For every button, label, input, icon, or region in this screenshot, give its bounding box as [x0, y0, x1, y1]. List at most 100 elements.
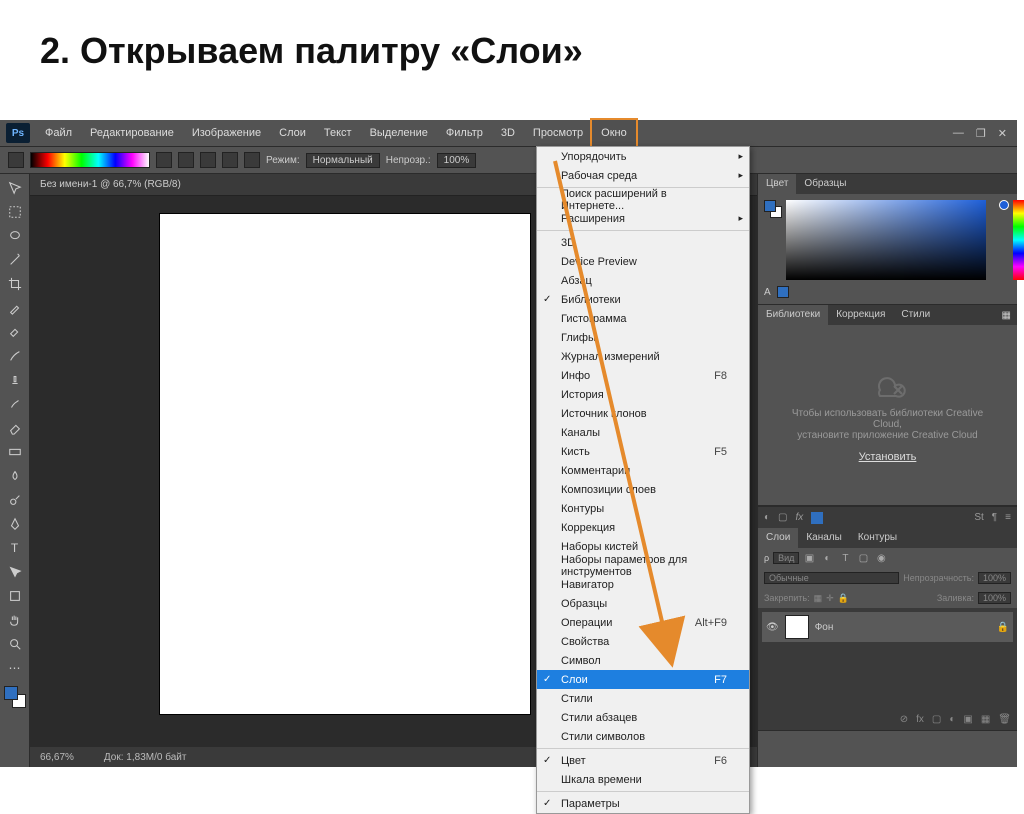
menu-item-параметры[interactable]: Параметры: [537, 794, 749, 813]
fx-add-icon[interactable]: fx: [916, 714, 924, 725]
menu-item-стили[interactable]: Стили: [537, 689, 749, 708]
gradient-tool-icon[interactable]: [3, 441, 27, 463]
visibility-icon[interactable]: 👁: [766, 622, 779, 633]
eraser-tool-icon[interactable]: [3, 417, 27, 439]
format-A-icon[interactable]: A: [764, 287, 771, 298]
menu-item-свойства[interactable]: Свойства: [537, 632, 749, 651]
menu-item-абзац[interactable]: Абзац: [537, 271, 749, 290]
tab-channels[interactable]: Каналы: [798, 528, 850, 548]
zoom-level[interactable]: 66,67%: [40, 752, 74, 763]
window-menu-dropdown[interactable]: УпорядочитьРабочая среда Поиск расширений…: [536, 146, 750, 814]
zoom-tool-icon[interactable]: [3, 633, 27, 655]
menu-item-контуры[interactable]: Контуры: [537, 499, 749, 518]
color-swatches[interactable]: [4, 686, 26, 708]
gradient-swatch[interactable]: [30, 152, 150, 168]
history-brush-icon[interactable]: [3, 393, 27, 415]
menu-item-операции[interactable]: ОперацииAlt+F9: [537, 613, 749, 632]
opacity-value[interactable]: 100%: [978, 572, 1011, 584]
mask-icon[interactable]: ▢: [778, 512, 787, 523]
lock-all-icon[interactable]: 🔒: [838, 593, 849, 604]
tab-libraries[interactable]: Библиотеки: [758, 305, 828, 325]
menu-item-рабочая-среда[interactable]: Рабочая среда: [537, 166, 749, 185]
menu-item-журнал-измерений[interactable]: Журнал измерений: [537, 347, 749, 366]
delete-icon[interactable]: 🗑: [998, 714, 1011, 725]
shape-tool-icon[interactable]: [3, 585, 27, 607]
menu-изображение[interactable]: Изображение: [183, 120, 270, 146]
panel-view-icon[interactable]: ▦: [996, 310, 1017, 321]
more-tools-icon[interactable]: ⋯: [3, 657, 27, 679]
path-tool-icon[interactable]: [3, 561, 27, 583]
menu-item-композиции-слоев[interactable]: Композиции слоев: [537, 480, 749, 499]
gradient-linear-icon[interactable]: [156, 152, 172, 168]
menu-текст[interactable]: Текст: [315, 120, 361, 146]
menu-item-навигатор[interactable]: Навигатор: [537, 575, 749, 594]
window-controls[interactable]: — ❐ ✕: [953, 127, 1017, 140]
para-icon[interactable]: ¶: [992, 512, 997, 523]
menu-item-глифы[interactable]: Глифы: [537, 328, 749, 347]
group-icon[interactable]: ▣: [963, 714, 972, 725]
new-layer-icon[interactable]: ▦: [981, 714, 990, 725]
menu-item-каналы[interactable]: Каналы: [537, 423, 749, 442]
gradient-angle-icon[interactable]: [200, 152, 216, 168]
menu-item-слои[interactable]: СлоиF7: [537, 670, 749, 689]
minimize-icon[interactable]: —: [953, 127, 964, 140]
gradient-radial-icon[interactable]: [178, 152, 194, 168]
menu-item-символ[interactable]: Символ: [537, 651, 749, 670]
menu-редактирование[interactable]: Редактирование: [81, 120, 183, 146]
restore-icon[interactable]: ❐: [976, 127, 986, 140]
menu-фильтр[interactable]: Фильтр: [437, 120, 492, 146]
fill-value[interactable]: 100%: [978, 592, 1011, 604]
hue-slider[interactable]: [1013, 200, 1024, 280]
menu-просмотр[interactable]: Просмотр: [524, 120, 592, 146]
menu-item-кисть[interactable]: КистьF5: [537, 442, 749, 461]
tab-color[interactable]: Цвет: [758, 174, 796, 194]
menu-item-упорядочить[interactable]: Упорядочить: [537, 147, 749, 166]
menu-icon[interactable]: ≡: [1005, 512, 1011, 523]
link-icon[interactable]: ⊘: [900, 714, 908, 725]
menu-item-история[interactable]: История: [537, 385, 749, 404]
menu-3d[interactable]: 3D: [492, 120, 524, 146]
adjust-icon[interactable]: ◐: [764, 512, 770, 523]
menu-item-3d[interactable]: 3D: [537, 233, 749, 252]
tab-adjustments[interactable]: Коррекция: [828, 305, 893, 325]
move-tool-icon[interactable]: [3, 177, 27, 199]
char-icon[interactable]: St: [974, 512, 983, 523]
menu-item-расширения[interactable]: Расширения: [537, 209, 749, 228]
panel-color-swatches[interactable]: [764, 200, 782, 218]
menu-item-цвет[interactable]: ЦветF6: [537, 751, 749, 770]
canvas[interactable]: [160, 214, 530, 714]
close-icon[interactable]: ✕: [998, 127, 1007, 140]
adjust-add-icon[interactable]: ◐: [949, 714, 955, 725]
hand-tool-icon[interactable]: [3, 609, 27, 631]
mode-dropdown[interactable]: Нормальный: [306, 153, 380, 168]
layers-filter-dropdown[interactable]: Вид: [773, 552, 799, 564]
wand-tool-icon[interactable]: [3, 249, 27, 271]
menu-item-коррекция[interactable]: Коррекция: [537, 518, 749, 537]
tab-styles[interactable]: Стили: [893, 305, 938, 325]
layer-thumbnail[interactable]: [785, 615, 809, 639]
install-link[interactable]: Установить: [859, 451, 917, 463]
menu-item-образцы[interactable]: Образцы: [537, 594, 749, 613]
tool-preset-icon[interactable]: [8, 152, 24, 168]
heal-tool-icon[interactable]: [3, 321, 27, 343]
menu-item-инфо[interactable]: ИнфоF8: [537, 366, 749, 385]
brush-tool-icon[interactable]: [3, 345, 27, 367]
eyedropper-tool-icon[interactable]: [3, 297, 27, 319]
menu-слои[interactable]: Слои: [270, 120, 315, 146]
blur-tool-icon[interactable]: [3, 465, 27, 487]
crop-tool-icon[interactable]: [3, 273, 27, 295]
blend-mode-dropdown[interactable]: Обычные: [764, 572, 899, 584]
gradient-reflected-icon[interactable]: [222, 152, 238, 168]
menu-item-стили-абзацев[interactable]: Стили абзацев: [537, 708, 749, 727]
menu-item-стили-символов[interactable]: Стили символов: [537, 727, 749, 746]
pen-tool-icon[interactable]: [3, 513, 27, 535]
tab-swatches[interactable]: Образцы: [796, 174, 854, 194]
color-picker-field[interactable]: [786, 200, 986, 280]
menu-item-гистограмма[interactable]: Гистограмма: [537, 309, 749, 328]
menu-item-device-preview[interactable]: Device Preview: [537, 252, 749, 271]
menu-item-наборы-параметров-для-инструментов[interactable]: Наборы параметров для инструментов: [537, 556, 749, 575]
lock-pixels-icon[interactable]: ▦: [814, 593, 823, 604]
menu-item-поиск-расширений-в-интернете-[interactable]: Поиск расширений в Интернете...: [537, 190, 749, 209]
layer-row[interactable]: 👁 Фон 🔒: [762, 612, 1013, 642]
menu-окно[interactable]: Окно: [592, 120, 636, 146]
